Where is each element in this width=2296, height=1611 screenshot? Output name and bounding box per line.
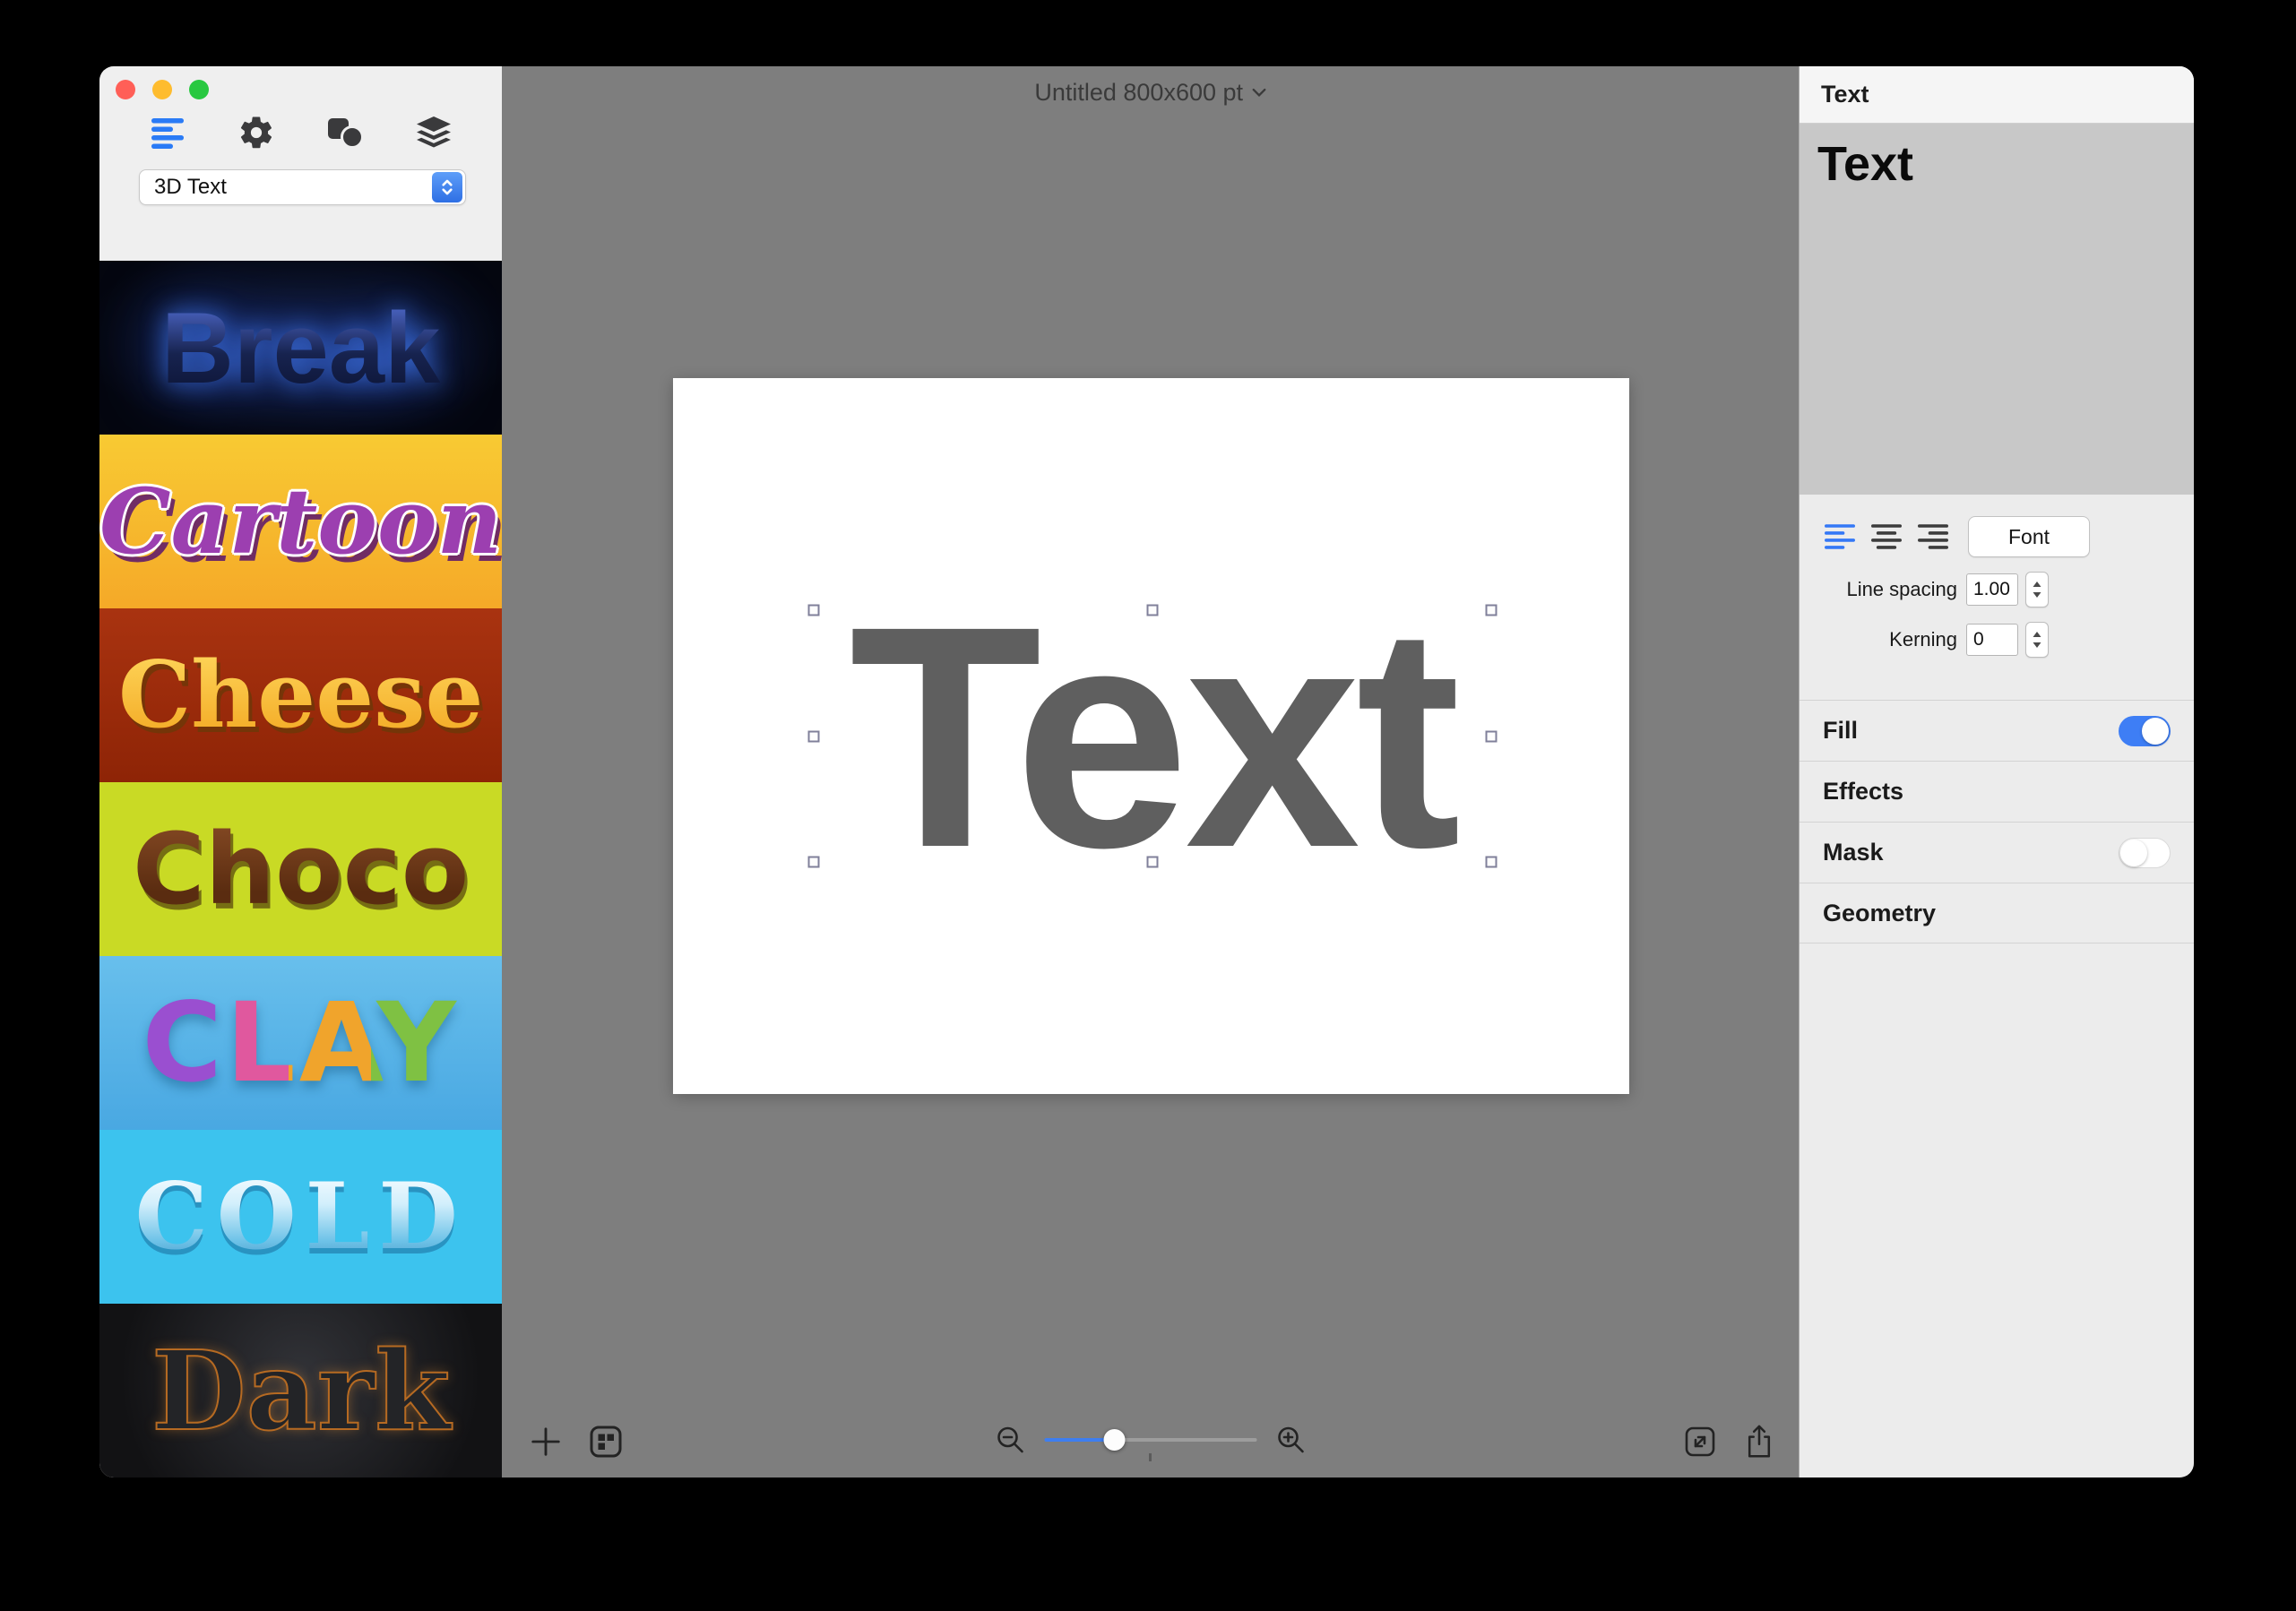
document-title[interactable]: Untitled 800x600 pt — [502, 79, 1799, 107]
inspector-header: Text — [1800, 66, 2194, 124]
zoom-out-icon[interactable] — [994, 1424, 1026, 1456]
title-chevron-icon — [1252, 88, 1266, 97]
line-spacing-input[interactable] — [1966, 573, 2018, 606]
text-selection-box[interactable]: Text — [807, 579, 1498, 894]
close-button[interactable] — [116, 80, 135, 99]
inspector-sections: Fill Effects Mask Geometry — [1800, 700, 2194, 943]
selection-handle[interactable] — [807, 604, 820, 616]
style-preview-cold[interactable]: COLD — [99, 1130, 503, 1304]
style-preview-label: COLD — [134, 1163, 467, 1271]
selection-handle[interactable] — [1146, 856, 1159, 868]
popup-arrows-icon — [432, 172, 463, 202]
style-preview-choco[interactable]: Choco — [99, 782, 503, 956]
align-right-icon[interactable] — [1916, 523, 1950, 550]
zoom-slider-center-tick — [1149, 1453, 1152, 1461]
settings-gear-icon[interactable] — [235, 113, 278, 152]
style-preview-clay[interactable]: CLAY — [99, 956, 503, 1130]
kerning-label: Kerning — [1889, 628, 1957, 650]
selection-handle[interactable] — [1485, 604, 1498, 616]
style-preview-label: Dark — [151, 1325, 452, 1456]
selection-handle[interactable] — [1485, 730, 1498, 742]
kerning-row: Kerning — [1800, 622, 2194, 658]
templates-icon[interactable] — [588, 1424, 624, 1460]
style-preview-cartoon[interactable]: Cartoon — [99, 435, 503, 608]
add-icon[interactable] — [529, 1425, 563, 1459]
style-preview-label: Choco — [132, 812, 470, 926]
sidebar: 3D Text Break Cartoon Cheese Choco CLAY … — [99, 66, 503, 1477]
align-left-icon[interactable] — [1823, 523, 1857, 550]
inspector-title: Text — [1821, 81, 1869, 108]
sidebar-header: 3D Text — [99, 66, 502, 261]
line-spacing-label: Line spacing — [1846, 578, 1957, 600]
alignment-group — [1823, 523, 1950, 550]
kerning-stepper[interactable] — [2025, 622, 2049, 658]
style-preview-list: Break Cartoon Cheese Choco CLAY COLD Dar… — [99, 261, 503, 1477]
section-fill-label: Fill — [1823, 717, 1858, 744]
shapes-icon[interactable] — [324, 113, 367, 152]
scale-icon[interactable] — [1682, 1424, 1718, 1460]
style-preview-dark[interactable]: Dark — [99, 1304, 503, 1477]
app-window: 3D Text Break Cartoon Cheese Choco CLAY … — [99, 66, 2194, 1477]
line-spacing-row: Line spacing — [1800, 572, 2194, 607]
canvas-text-object[interactable]: Text — [814, 579, 1491, 894]
selection-handle[interactable] — [1485, 856, 1498, 868]
section-fill[interactable]: Fill — [1800, 700, 2194, 761]
alignment-row: Font — [1800, 516, 2194, 557]
zoom-slider-track[interactable] — [1044, 1438, 1257, 1442]
line-spacing-stepper[interactable] — [2025, 572, 2049, 607]
section-geometry-label: Geometry — [1823, 899, 1937, 926]
style-preview-label: Break — [161, 291, 441, 404]
selection-handle[interactable] — [1146, 604, 1159, 616]
section-effects-label: Effects — [1823, 778, 1904, 805]
inspector-panel: Text Text Font Line spacing 1.00 Kerning… — [1799, 66, 2194, 1477]
canvas-bottom-right-toolbar — [1682, 1424, 1775, 1460]
zoom-in-icon[interactable] — [1274, 1424, 1307, 1456]
styles-list-icon[interactable] — [146, 113, 189, 152]
section-effects[interactable]: Effects — [1800, 761, 2194, 822]
zoom-controls — [994, 1424, 1307, 1461]
align-center-icon[interactable] — [1869, 523, 1903, 550]
section-geometry[interactable]: Geometry — [1800, 883, 2194, 943]
toggle-knob — [2120, 839, 2147, 866]
layers-icon[interactable] — [412, 113, 455, 152]
canvas-area[interactable]: Untitled 800x600 pt Text — [502, 66, 1799, 1477]
fill-toggle[interactable] — [2119, 715, 2171, 746]
selection-handle[interactable] — [807, 730, 820, 742]
zoom-slider-thumb[interactable] — [1103, 1429, 1126, 1451]
style-preview-label: CLAY — [142, 979, 460, 1107]
section-mask-label: Mask — [1823, 839, 1884, 866]
mask-toggle[interactable] — [2119, 837, 2171, 868]
document-title-text: Untitled 800x600 pt — [1034, 79, 1244, 106]
section-mask[interactable]: Mask — [1800, 822, 2194, 883]
artboard[interactable]: Text — [673, 378, 1630, 1094]
style-preview-label: Cheese — [117, 642, 484, 749]
selection-handle[interactable] — [807, 856, 820, 868]
text-content-editor[interactable]: Text — [1800, 124, 2194, 495]
style-preview-break[interactable]: Break — [99, 261, 503, 435]
traffic-lights — [99, 66, 502, 99]
sidebar-toolbar — [99, 99, 502, 151]
share-icon[interactable] — [1743, 1424, 1775, 1460]
font-button[interactable]: Font — [1968, 516, 2090, 557]
kerning-input[interactable] — [1966, 624, 2018, 656]
canvas-bottom-left-toolbar — [529, 1424, 624, 1460]
minimize-button[interactable] — [152, 80, 172, 99]
style-category-dropdown[interactable]: 3D Text — [139, 169, 467, 205]
toggle-knob — [2142, 717, 2169, 745]
zoom-button[interactable] — [189, 80, 209, 99]
style-preview-cheese[interactable]: Cheese — [99, 608, 503, 782]
text-controls: Font Line spacing Kerning — [1800, 495, 2194, 700]
style-preview-label: Cartoon — [99, 469, 503, 574]
style-category-value: 3D Text — [154, 175, 227, 199]
zoom-slider[interactable] — [1044, 1429, 1257, 1461]
